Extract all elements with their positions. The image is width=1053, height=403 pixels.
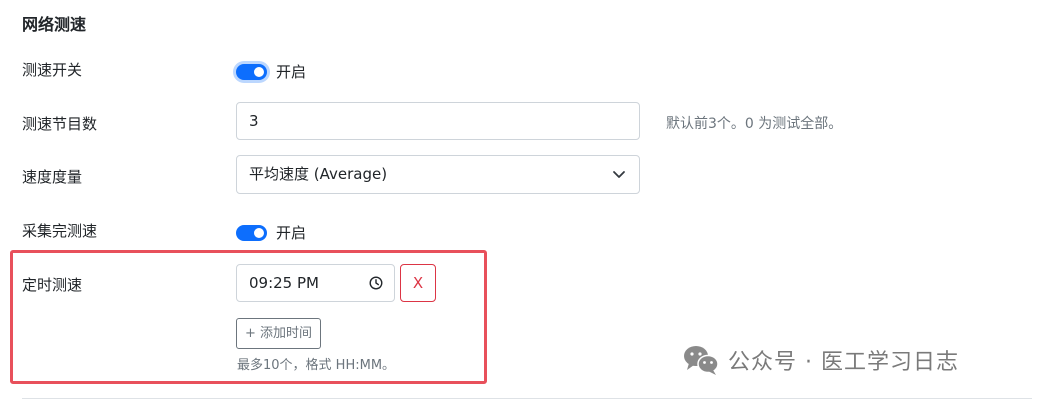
section-divider <box>22 398 1032 399</box>
node-count-input[interactable]: 3 <box>236 102 640 140</box>
speed-metric-select[interactable]: 平均速度 (Average) <box>236 155 640 194</box>
chevron-down-icon <box>613 171 625 178</box>
node-count-label: 测速节目数 <box>22 115 98 133</box>
collect-test-label: 采集完测速 <box>22 222 98 240</box>
speedtest-switch-label: 测速开关 <box>22 61 83 79</box>
speedtest-toggle[interactable] <box>236 63 267 80</box>
scheduled-time-value: 09:25 PM <box>249 274 319 292</box>
speedtest-switch-state: 开启 <box>276 63 307 81</box>
scheduled-time-input[interactable]: 09:25 PM <box>236 264 395 302</box>
toggle-knob <box>254 227 264 238</box>
watermark-text: 公众号 · 医工学习日志 <box>728 350 959 375</box>
speed-metric-label: 速度度量 <box>22 168 83 186</box>
node-count-help: 默认前3个。0 为测试全部。 <box>666 116 843 132</box>
speedtest-switch-group: 开启 <box>236 61 306 82</box>
speed-metric-selected: 平均速度 (Average) <box>249 165 388 183</box>
add-time-button[interactable]: + 添加时间 <box>236 318 322 349</box>
watermark: 公众号 · 医工学习日志 <box>682 343 959 377</box>
clock-icon[interactable] <box>369 276 383 290</box>
collect-test-switch-group: 开启 <box>236 222 306 243</box>
scheduled-test-label: 定时测速 <box>22 276 83 294</box>
remove-time-button[interactable]: X <box>400 264 436 302</box>
wechat-icon <box>684 346 719 375</box>
section-title: 网络测速 <box>22 15 87 34</box>
toggle-knob <box>254 66 264 77</box>
scheduled-test-help: 最多10个，格式 HH:MM。 <box>237 358 396 373</box>
collect-test-state: 开启 <box>276 224 307 242</box>
collect-test-toggle[interactable] <box>236 224 267 241</box>
